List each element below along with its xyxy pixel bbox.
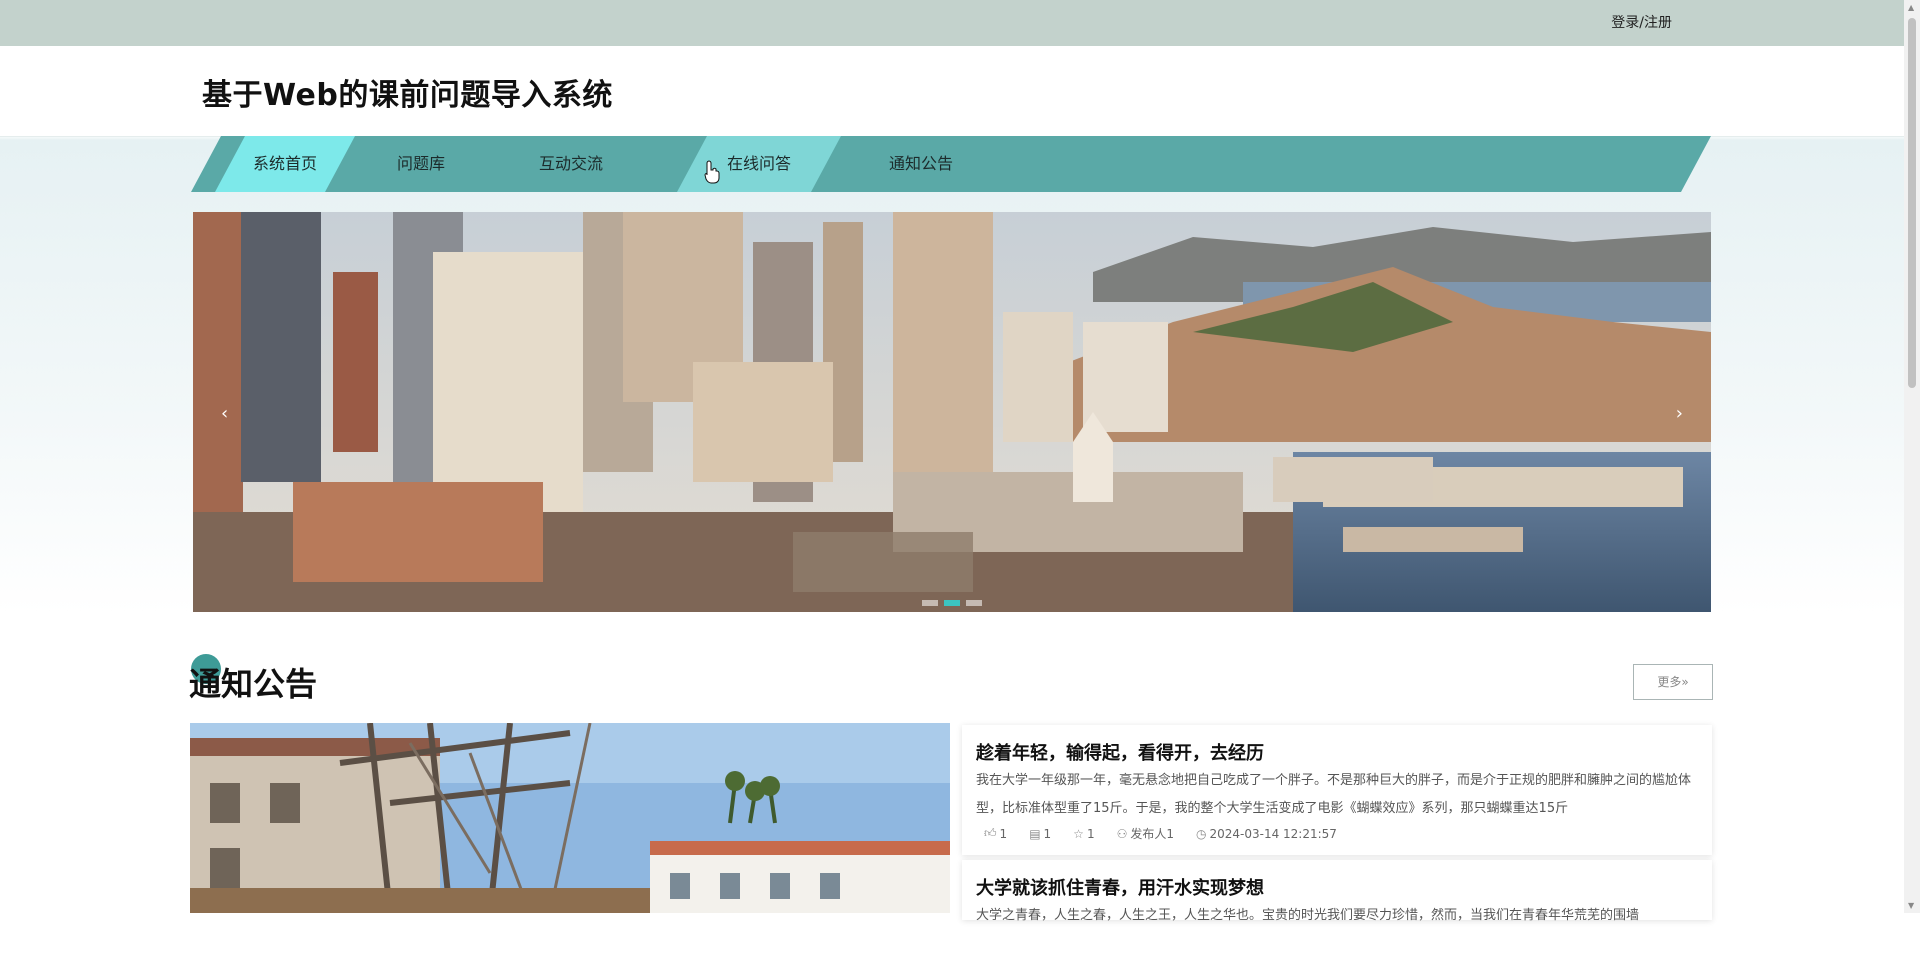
carousel-prev-icon[interactable]: ‹: [221, 403, 228, 424]
scrollbar-thumb[interactable]: [1908, 18, 1916, 388]
article-summary: 大学之青春，人生之春，人生之王，人生之华也。宝贵的时光我们要尽力珍惜，然而，当我…: [976, 908, 1640, 923]
user-icon: ⚇: [1116, 826, 1128, 841]
article-meta: 👍︎ 1 ▤ 1 ☆ 1 ⚇ 发布人1 ◷ 2024-03-14 12:21:57: [984, 825, 1337, 842]
thumbs-up-icon: 👍︎: [984, 826, 997, 840]
city-skyline-image: [193, 212, 1711, 612]
main-nav: 系统首页 问题库 互动交流 在线问答 通知公告: [191, 136, 1711, 192]
comments-meta: ▤ 1: [1029, 827, 1051, 841]
publisher-name: 发布人1: [1130, 827, 1174, 841]
nav-item-notices[interactable]: 通知公告: [841, 136, 1001, 192]
campus-photo-image: [190, 723, 950, 913]
carousel-dot[interactable]: [966, 600, 982, 606]
banner-carousel[interactable]: ‹ ›: [193, 212, 1711, 612]
article-title[interactable]: 趁着年轻，输得起，看得开，去经历: [976, 739, 1264, 765]
nav-item-interaction[interactable]: 互动交流: [491, 136, 651, 192]
star-icon: ☆: [1073, 826, 1084, 841]
nav-item-question-bank[interactable]: 问题库: [351, 136, 491, 192]
section-title: 通知公告: [189, 665, 318, 703]
carousel-dot-active[interactable]: [944, 600, 960, 606]
carousel-dot[interactable]: [922, 600, 938, 606]
page-scrollbar[interactable]: ▲ ▼: [1904, 0, 1920, 913]
more-button[interactable]: 更多»: [1633, 664, 1713, 700]
login-register-link[interactable]: 登录/注册: [1611, 12, 1672, 32]
notice-article-card[interactable]: 大学就该抓住青春，用汗水实现梦想 大学之青春，人生之春，人生之王，人生之华也。宝…: [962, 860, 1712, 923]
article-summary: 我在大学一年级那一年，毫无悬念地把自己吃成了一个胖子。不是那种巨大的胖子，而是介…: [976, 773, 1692, 816]
header: 基于Web的课前问题导入系统: [0, 46, 1904, 137]
comment-icon: ▤: [1029, 826, 1041, 841]
scroll-up-icon[interactable]: ▲: [1908, 3, 1914, 12]
top-bar: 登录/注册: [0, 0, 1904, 46]
time-meta: ◷ 2024-03-14 12:21:57: [1196, 827, 1337, 841]
site-title: 基于Web的课前问题导入系统: [202, 78, 613, 113]
nav-item-home[interactable]: 系统首页: [215, 136, 355, 192]
clock-icon: ◷: [1195, 826, 1207, 841]
article-title[interactable]: 大学就该抓住青春，用汗水实现梦想: [976, 874, 1264, 900]
notice-article-card[interactable]: 趁着年轻，输得起，看得开，去经历 我在大学一年级那一年，毫无悬念地把自己吃成了一…: [962, 725, 1712, 855]
comments-count: 1: [1043, 826, 1052, 841]
publish-time: 2024-03-14 12:21:57: [1209, 826, 1337, 841]
notice-feature-image[interactable]: [190, 723, 950, 913]
hand-cursor-icon: [704, 160, 720, 184]
likes-meta: 👍︎ 1: [984, 826, 1007, 841]
carousel-next-icon[interactable]: ›: [1676, 403, 1683, 424]
carousel-indicators: [922, 600, 982, 606]
nav-item-online-qa[interactable]: 在线问答: [677, 136, 841, 192]
publisher-meta: ⚇ 发布人1: [1117, 825, 1174, 842]
favorites-meta: ☆ 1: [1073, 827, 1094, 841]
scroll-down-icon[interactable]: ▼: [1908, 901, 1914, 910]
favorites-count: 1: [1086, 826, 1095, 841]
likes-count: 1: [999, 826, 1008, 841]
